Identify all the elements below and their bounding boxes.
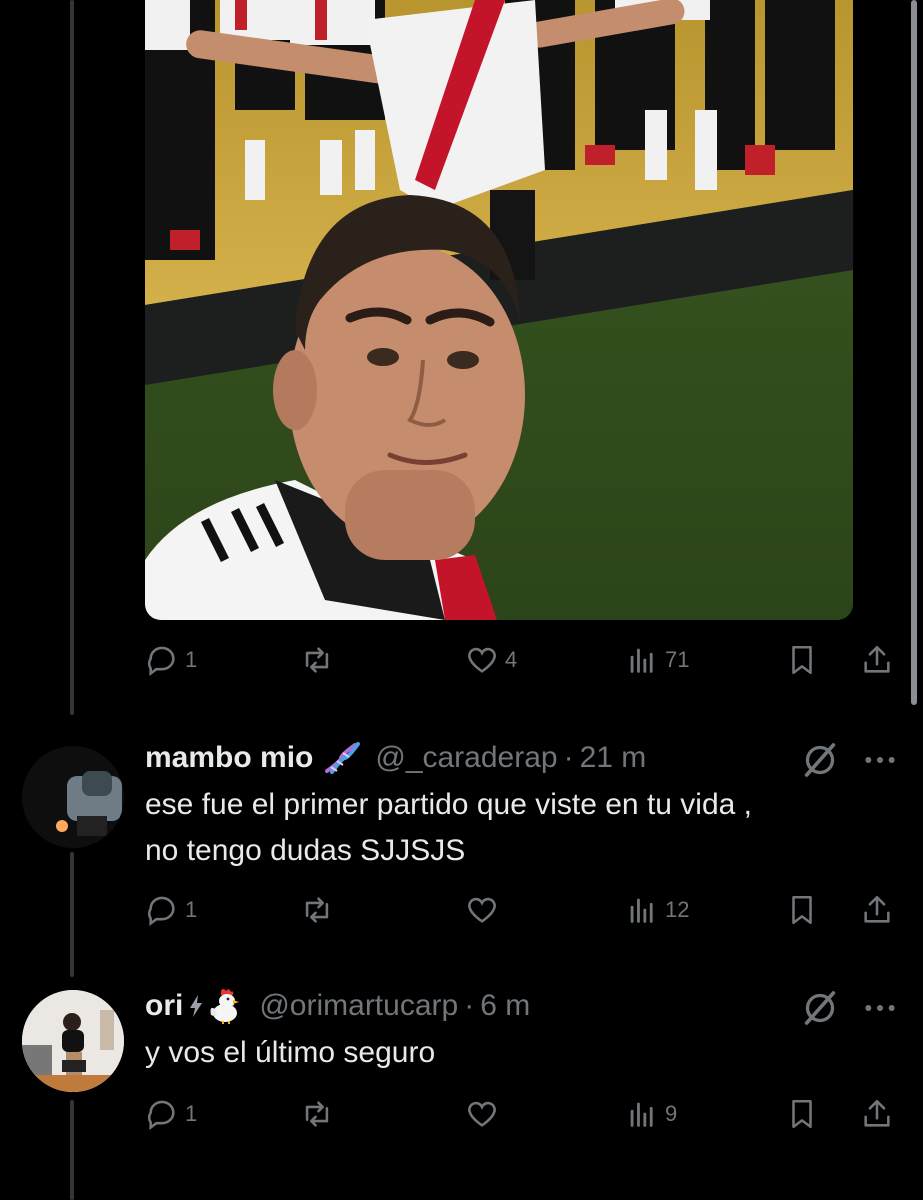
reply-icon [148, 896, 175, 927]
views-count: 9 [665, 1101, 678, 1126]
bookmark-icon [792, 895, 812, 925]
reply-count: 1 [185, 1101, 198, 1126]
repost-button[interactable] [300, 890, 340, 930]
dna-icon [321, 741, 361, 775]
like-count: 4 [505, 647, 518, 672]
bookmark-button[interactable] [785, 890, 819, 930]
views-icon [630, 898, 653, 923]
repost-icon [305, 1101, 329, 1127]
heart-icon [468, 647, 496, 673]
reply-icon [148, 646, 175, 677]
reply-item[interactable]: mambo mio @_caraderap · 21 m ese fue el … [0, 738, 923, 948]
reply-text-line: no tengo dudas SJJSJS [145, 834, 466, 867]
reply-text: ese fue el primer partido que viste en t… [145, 782, 752, 874]
reply-text-line: y vos el último seguro [145, 1036, 436, 1069]
reply-action-bar: 1 9 [145, 1094, 905, 1134]
grok-icon[interactable] [800, 988, 840, 1028]
thread-line-top [70, 0, 74, 715]
share-button[interactable] [860, 640, 894, 680]
reply-text-line: ese fue el primer partido que viste en t… [145, 788, 753, 821]
views-count: 12 [665, 897, 690, 922]
display-name[interactable]: ori [145, 989, 183, 1023]
reply-count: 1 [185, 647, 198, 672]
views-icon [630, 1102, 653, 1127]
chicken-icon [207, 987, 245, 1025]
lightning-icon [189, 995, 203, 1017]
like-button[interactable] [465, 890, 505, 930]
reply-item[interactable]: ori @orimartucarp · 6 m y vos el último … [0, 986, 923, 1146]
reply-action-bar: 1 12 [145, 890, 905, 930]
share-icon [864, 1099, 890, 1127]
like-button[interactable]: 4 [465, 640, 517, 680]
views-button[interactable]: 12 [625, 890, 689, 930]
views-count: 71 [665, 647, 690, 672]
display-name[interactable]: mambo mio [145, 741, 313, 775]
like-button[interactable] [465, 1094, 505, 1134]
reply-icon [148, 1100, 175, 1131]
repost-button[interactable] [300, 1094, 340, 1134]
avatar[interactable] [22, 746, 124, 848]
views-button[interactable]: 9 [625, 1094, 677, 1134]
reply-text: y vos el último seguro [145, 1030, 435, 1076]
timestamp[interactable]: 6 m [480, 989, 530, 1023]
scrollbar[interactable] [911, 0, 917, 705]
grok-icon[interactable] [800, 740, 840, 780]
repost-icon [305, 647, 329, 673]
handle[interactable]: @orimartucarp [259, 989, 458, 1023]
bookmark-icon [792, 645, 812, 675]
avatar[interactable] [22, 990, 124, 1092]
bookmark-button[interactable] [785, 1094, 819, 1134]
share-icon [864, 895, 890, 923]
separator-dot: · [464, 989, 475, 1022]
reply-button[interactable]: 1 [145, 1094, 197, 1134]
more-options-icon[interactable] [860, 740, 900, 780]
post-action-bar: 1 4 71 [145, 640, 905, 680]
share-button[interactable] [860, 890, 894, 930]
share-icon [864, 645, 890, 673]
handle[interactable]: @_caraderap [375, 741, 557, 775]
repost-icon [305, 897, 329, 923]
bookmark-icon [792, 1099, 812, 1129]
post-image[interactable] [145, 0, 853, 620]
views-button[interactable]: 71 [625, 640, 689, 680]
views-icon [630, 648, 653, 673]
more-options-icon[interactable] [860, 988, 900, 1028]
heart-icon [468, 1101, 496, 1127]
share-button[interactable] [860, 1094, 894, 1134]
separator-dot: · [563, 741, 574, 774]
reply-button[interactable]: 1 [145, 640, 197, 680]
heart-icon [468, 897, 496, 923]
reply-button[interactable]: 1 [145, 890, 197, 930]
reply-count: 1 [185, 897, 198, 922]
bookmark-button[interactable] [785, 640, 819, 680]
repost-button[interactable] [300, 640, 340, 680]
timestamp[interactable]: 21 m [580, 741, 647, 775]
